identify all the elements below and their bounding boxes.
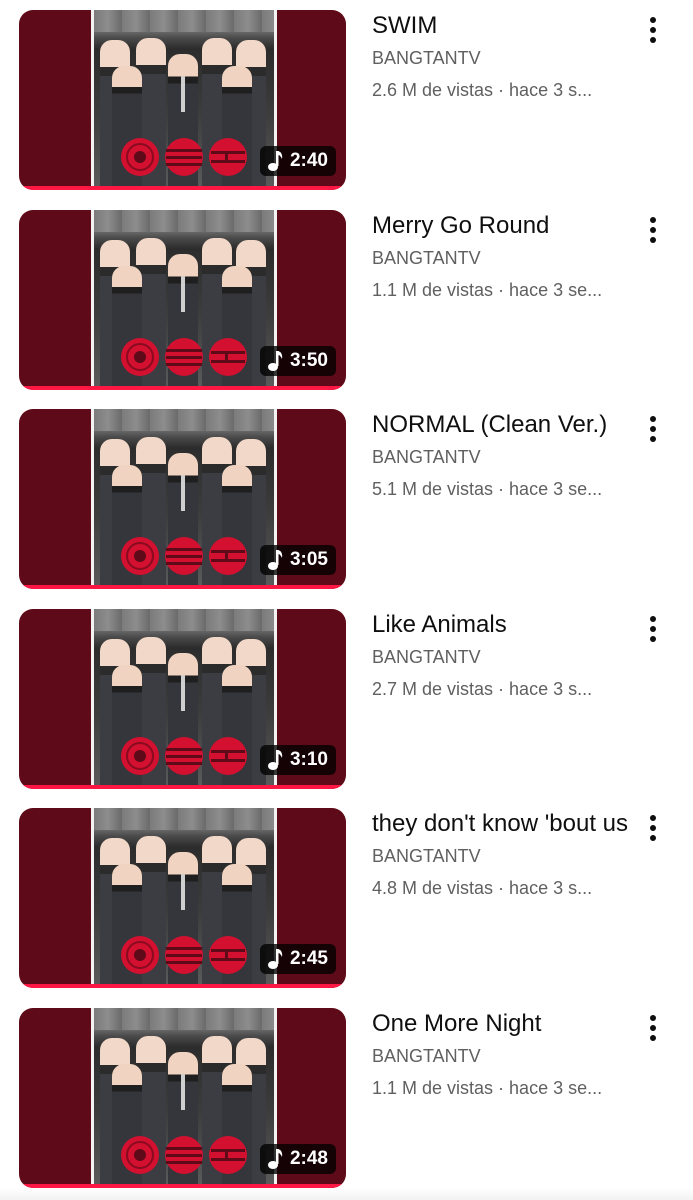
- bottom-edge: [0, 1188, 693, 1200]
- more-vertical-icon[interactable]: [638, 212, 668, 248]
- watched-progress-bar: [19, 785, 346, 789]
- video-thumbnail[interactable]: 2:45: [19, 808, 346, 988]
- channel-name[interactable]: BANGTANTV: [372, 47, 624, 69]
- channel-name[interactable]: BANGTANTV: [372, 1045, 624, 1067]
- video-thumbnail[interactable]: 3:50: [19, 210, 346, 390]
- channel-name[interactable]: BANGTANTV: [372, 845, 624, 867]
- video-meta: 2.7 M de vistas · hace 3 s...: [372, 679, 593, 699]
- duration-text: 2:45: [289, 948, 328, 969]
- video-info: SWIM BANGTANTV 2.6 M de vistas · hace 3 …: [372, 0, 632, 101]
- video-info: they don't know 'bout us BANGTANTV 4.8 M…: [372, 798, 632, 899]
- video-info: One More Night BANGTANTV 1.1 M de vistas…: [372, 998, 632, 1099]
- video-thumbnail[interactable]: 3:05: [19, 409, 346, 589]
- video-title[interactable]: One More Night: [372, 1008, 632, 1040]
- video-thumbnail[interactable]: 2:40: [19, 10, 346, 190]
- duration-text: 2:40: [289, 150, 328, 171]
- duration-badge: 2:40: [259, 146, 336, 176]
- duration-badge: 3:10: [259, 745, 336, 775]
- video-item[interactable]: 2:48 One More Night BANGTANTV 1.1 M de v…: [0, 998, 693, 1198]
- album-logo: [121, 1136, 247, 1174]
- watched-progress-bar: [19, 585, 346, 589]
- video-item[interactable]: 2:45 they don't know 'bout us BANGTANTV …: [0, 798, 693, 998]
- video-info: Merry Go Round BANGTANTV 1.1 M de vistas…: [372, 200, 632, 301]
- duration-badge: 3:05: [259, 545, 336, 575]
- duration-badge: 2:45: [259, 944, 336, 974]
- video-thumbnail[interactable]: 2:48: [19, 1008, 346, 1188]
- duration-badge: 2:48: [259, 1144, 336, 1174]
- video-item[interactable]: 2:40 SWIM BANGTANTV 2.6 M de vistas · ha…: [0, 0, 693, 200]
- video-meta: 5.1 M de vistas · hace 3 se...: [372, 479, 603, 499]
- album-logo: [121, 737, 247, 775]
- duration-text: 3:10: [289, 749, 328, 770]
- more-vertical-icon[interactable]: [638, 1010, 668, 1046]
- watched-progress-bar: [19, 984, 346, 988]
- video-item[interactable]: 3:10 Like Animals BANGTANTV 2.7 M de vis…: [0, 599, 693, 799]
- video-item[interactable]: 3:05 NORMAL (Clean Ver.) BANGTANTV 5.1 M…: [0, 399, 693, 599]
- music-note-icon: [267, 949, 283, 969]
- duration-text: 2:48: [289, 1148, 328, 1169]
- music-note-icon: [267, 351, 283, 371]
- video-meta: 2.6 M de vistas · hace 3 s...: [372, 80, 593, 100]
- channel-name[interactable]: BANGTANTV: [372, 247, 624, 269]
- more-vertical-icon[interactable]: [638, 810, 668, 846]
- music-note-icon: [267, 550, 283, 570]
- watched-progress-bar: [19, 186, 346, 190]
- video-meta: 4.8 M de vistas · hace 3 s...: [372, 878, 593, 898]
- duration-text: 3:05: [289, 549, 328, 570]
- video-thumbnail[interactable]: 3:10: [19, 609, 346, 789]
- album-logo: [121, 537, 247, 575]
- duration-badge: 3:50: [259, 346, 336, 376]
- channel-name[interactable]: BANGTANTV: [372, 646, 624, 668]
- music-note-icon: [267, 151, 283, 171]
- more-vertical-icon[interactable]: [638, 611, 668, 647]
- album-logo: [121, 936, 247, 974]
- video-title[interactable]: Like Animals: [372, 609, 632, 641]
- video-title[interactable]: Merry Go Round: [372, 210, 632, 242]
- video-meta: 1.1 M de vistas · hace 3 se...: [372, 1078, 603, 1098]
- video-list: 2:40 SWIM BANGTANTV 2.6 M de vistas · ha…: [0, 0, 693, 1200]
- video-info: Like Animals BANGTANTV 2.7 M de vistas ·…: [372, 599, 632, 700]
- video-title[interactable]: NORMAL (Clean Ver.): [372, 409, 632, 441]
- video-info: NORMAL (Clean Ver.) BANGTANTV 5.1 M de v…: [372, 399, 632, 500]
- album-logo: [121, 338, 247, 376]
- album-logo: [121, 138, 247, 176]
- video-item[interactable]: 3:50 Merry Go Round BANGTANTV 1.1 M de v…: [0, 200, 693, 400]
- duration-text: 3:50: [289, 350, 328, 371]
- more-vertical-icon[interactable]: [638, 411, 668, 447]
- music-note-icon: [267, 1149, 283, 1169]
- music-note-icon: [267, 750, 283, 770]
- channel-name[interactable]: BANGTANTV: [372, 446, 624, 468]
- video-title[interactable]: SWIM: [372, 10, 632, 42]
- more-vertical-icon[interactable]: [638, 12, 668, 48]
- watched-progress-bar: [19, 386, 346, 390]
- video-meta: 1.1 M de vistas · hace 3 se...: [372, 280, 603, 300]
- video-title[interactable]: they don't know 'bout us: [372, 808, 632, 840]
